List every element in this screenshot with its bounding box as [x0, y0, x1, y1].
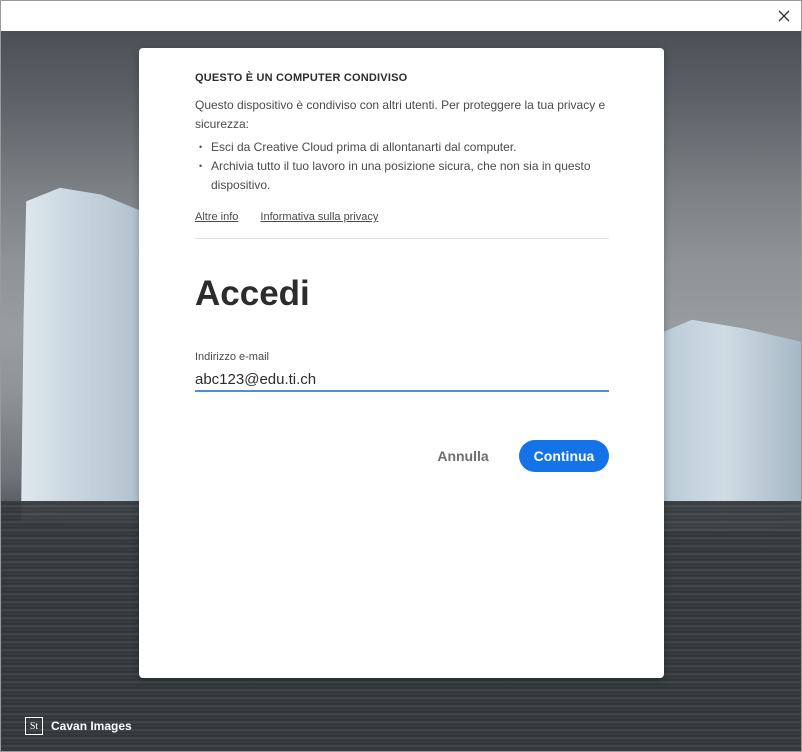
- notice-links: Altre info Informativa sulla privacy: [195, 211, 609, 223]
- image-credit: St Cavan Images: [25, 717, 132, 735]
- iceberg-left: [21, 187, 151, 521]
- divider: [195, 238, 609, 239]
- iceberg-right: [661, 319, 801, 531]
- page-title: Accedi: [195, 274, 310, 313]
- notice-text: Questo dispositivo è condiviso con altri…: [195, 98, 606, 131]
- continue-button[interactable]: Continua: [519, 440, 609, 472]
- cancel-button[interactable]: Annulla: [429, 440, 497, 472]
- close-icon: [778, 10, 790, 22]
- image-credit-label: Cavan Images: [51, 719, 132, 733]
- close-button[interactable]: [769, 1, 799, 31]
- notice-list: Esci da Creative Cloud prima di allontan…: [195, 138, 609, 195]
- signin-card: QUESTO È UN COMPUTER CONDIVISO Questo di…: [139, 48, 664, 678]
- app-window: St Cavan Images QUESTO È UN COMPUTER CON…: [0, 0, 802, 752]
- email-field[interactable]: [195, 368, 609, 392]
- more-info-link[interactable]: Altre info: [195, 211, 238, 223]
- list-item: Esci da Creative Cloud prima di allontan…: [195, 138, 609, 157]
- list-item: Archivia tutto il tuo lavoro in una posi…: [195, 157, 609, 195]
- notice-title: QUESTO È UN COMPUTER CONDIVISO: [195, 72, 408, 84]
- adobe-stock-icon: St: [25, 717, 43, 735]
- privacy-policy-link[interactable]: Informativa sulla privacy: [260, 211, 378, 223]
- shared-computer-notice: QUESTO È UN COMPUTER CONDIVISO Questo di…: [195, 72, 609, 223]
- email-label: Indirizzo e-mail: [195, 351, 269, 363]
- title-bar: [1, 1, 801, 31]
